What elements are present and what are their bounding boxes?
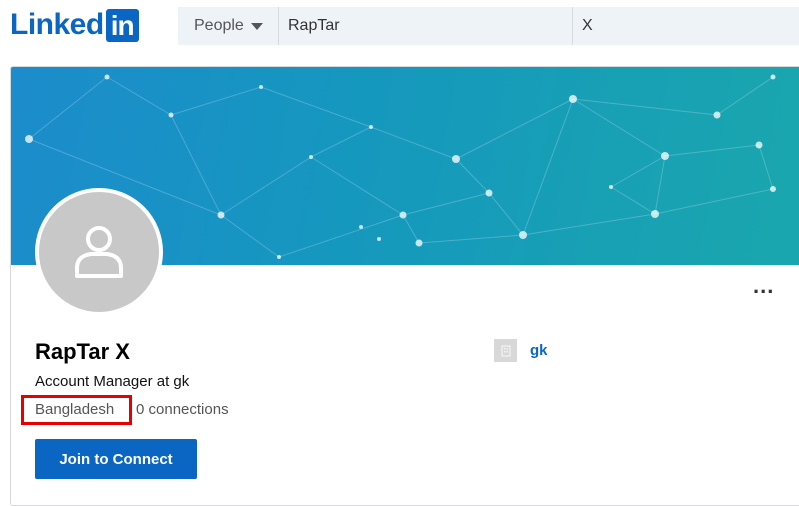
profile-location: Bangladesh: [35, 401, 115, 418]
company-logo-icon: [494, 339, 517, 362]
logo-in-box: in: [105, 8, 139, 42]
current-company[interactable]: gk: [494, 339, 548, 362]
person-icon: [75, 226, 123, 278]
first-name-value: RapTar: [288, 17, 340, 34]
profile-card: ... RapTar X Account Manager at gk Bangl…: [10, 66, 799, 506]
linkedin-logo[interactable]: Linked in: [10, 8, 139, 42]
last-name-value: X: [582, 17, 593, 34]
logo-text: Linked: [10, 8, 104, 41]
first-name-input[interactable]: RapTar: [279, 7, 573, 45]
last-name-input[interactable]: X: [573, 7, 799, 45]
caret-down-icon: [250, 22, 263, 30]
people-search-bar: People RapTar X: [178, 7, 799, 45]
search-type-dropdown[interactable]: People: [178, 7, 279, 45]
profile-name: RapTar X: [35, 339, 130, 364]
more-options-button[interactable]: ...: [753, 275, 774, 297]
profile-headline: Account Manager at gk: [35, 373, 190, 390]
profile-avatar[interactable]: [35, 188, 163, 316]
company-name-link: gk: [530, 342, 548, 359]
building-icon: [500, 344, 511, 357]
search-type-label: People: [194, 17, 244, 34]
join-to-connect-button[interactable]: Join to Connect: [35, 439, 197, 479]
top-navigation-bar: Linked in People RapTar X: [0, 0, 799, 52]
connections-count: 0 connections: [136, 401, 229, 418]
